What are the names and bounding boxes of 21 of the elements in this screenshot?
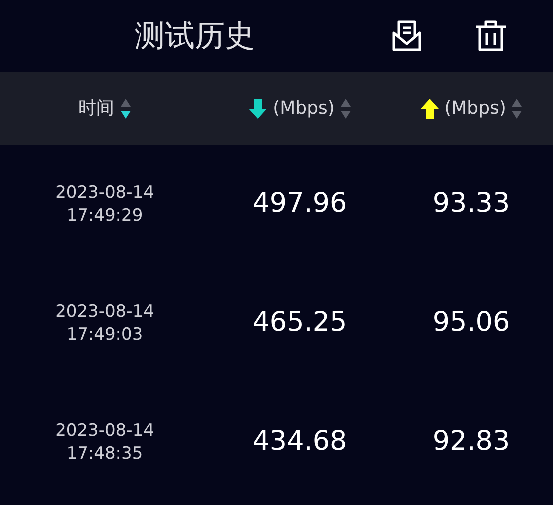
sort-icon[interactable] bbox=[120, 98, 132, 120]
time-text: 17:49:03 bbox=[66, 324, 144, 346]
upload-speed: 95.06 bbox=[432, 306, 510, 340]
download-speed: 465.25 bbox=[252, 306, 348, 340]
column-header[interactable]: (Mbps) bbox=[273, 95, 335, 122]
upload-speed: 92.83 bbox=[432, 425, 510, 460]
download-speed: 497.96 bbox=[252, 187, 348, 222]
time-text: 17:49:29 bbox=[66, 204, 144, 228]
time-text: 17:48:35 bbox=[66, 442, 144, 466]
date-text: 2023-08-14 bbox=[56, 300, 154, 324]
date-text: 2023-08-14 bbox=[56, 420, 154, 442]
trash-icon[interactable] bbox=[474, 19, 508, 53]
up-arrow-icon bbox=[420, 98, 440, 120]
page-title: 测试历史 bbox=[135, 18, 255, 56]
mail-icon[interactable] bbox=[390, 19, 424, 53]
upload-speed: 93.33 bbox=[432, 187, 510, 222]
down-arrow-icon bbox=[248, 98, 268, 120]
column-header[interactable]: (Mbps) bbox=[444, 95, 506, 122]
download-speed: 434.68 bbox=[252, 425, 348, 460]
date-text: 2023-08-14 bbox=[56, 182, 154, 204]
column-header[interactable]: 时间 bbox=[78, 95, 114, 122]
